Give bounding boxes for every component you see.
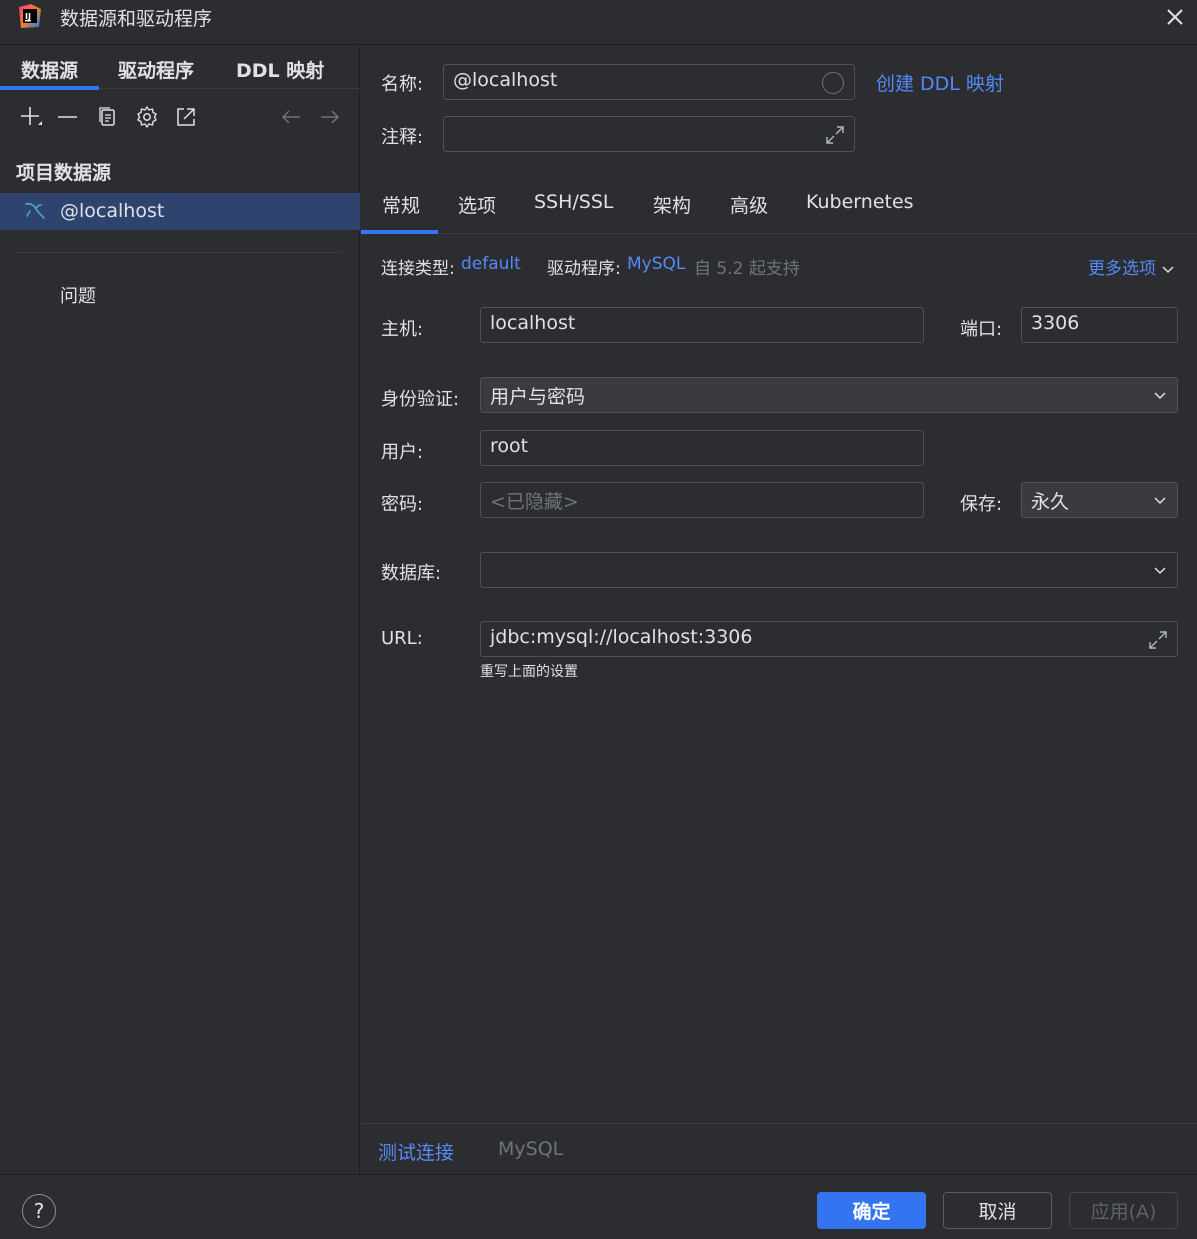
ok-button[interactable]: 确定 bbox=[817, 1192, 926, 1229]
color-circle-icon[interactable] bbox=[822, 72, 844, 94]
expand-icon[interactable] bbox=[1147, 629, 1169, 651]
close-button[interactable] bbox=[1158, 0, 1192, 34]
tab-data-sources[interactable]: 数据源 bbox=[21, 56, 78, 83]
host-input[interactable]: localhost bbox=[480, 307, 924, 343]
tab-kubernetes[interactable]: Kubernetes bbox=[806, 191, 914, 213]
tab-ddl-mappings[interactable]: DDL 映射 bbox=[236, 56, 324, 83]
tab-advanced[interactable]: 高级 bbox=[730, 191, 768, 218]
port-input[interactable]: 3306 bbox=[1021, 307, 1178, 343]
host-label: 主机: bbox=[381, 319, 424, 340]
user-label: 用户: bbox=[381, 442, 424, 463]
connection-type-label: 连接类型: bbox=[381, 259, 455, 279]
active-tab-indicator bbox=[361, 230, 438, 234]
apply-button[interactable]: 应用(A) bbox=[1069, 1192, 1178, 1229]
chevron-down-icon bbox=[1162, 266, 1174, 274]
name-value: @localhost bbox=[453, 69, 558, 91]
password-input[interactable]: <已隐藏> bbox=[480, 482, 924, 518]
chevron-down-icon bbox=[1154, 497, 1166, 505]
driver-link[interactable]: MySQL bbox=[627, 254, 685, 274]
name-label: 名称: bbox=[381, 74, 424, 95]
right-panel: 名称: @localhost 创建 DDL 映射 注释: 常规 选项 SSH/S… bbox=[361, 46, 1197, 1174]
url-note: 重写上面的设置 bbox=[480, 664, 578, 680]
port-label: 端口: bbox=[960, 319, 1003, 340]
remove-icon[interactable] bbox=[55, 104, 81, 130]
tab-schemas[interactable]: 架构 bbox=[653, 191, 691, 218]
tab-drivers[interactable]: 驱动程序 bbox=[118, 56, 194, 83]
back-arrow-icon[interactable] bbox=[278, 104, 304, 130]
tab-options[interactable]: 选项 bbox=[458, 191, 496, 218]
datasource-label: @localhost bbox=[60, 200, 165, 222]
forward-arrow-icon[interactable] bbox=[317, 104, 343, 130]
database-select[interactable] bbox=[480, 552, 1178, 588]
help-button[interactable]: ? bbox=[22, 1194, 56, 1228]
auth-select[interactable]: 用户与密码 bbox=[480, 377, 1178, 413]
save-label: 保存: bbox=[960, 494, 1003, 515]
copy-icon[interactable] bbox=[95, 104, 121, 130]
divider bbox=[16, 252, 342, 253]
test-connection-link[interactable]: 测试连接 bbox=[378, 1138, 454, 1165]
left-panel: 数据源 驱动程序 DDL 映射 项目数据源 @localhost 问题 bbox=[0, 46, 360, 1174]
save-select[interactable]: 永久 bbox=[1021, 482, 1178, 518]
connection-type-link[interactable]: default bbox=[461, 254, 521, 274]
title-bar: IJ 数据源和驱动程序 bbox=[0, 0, 1197, 45]
tab-general[interactable]: 常规 bbox=[382, 191, 420, 218]
driver-label: 驱动程序: bbox=[547, 259, 621, 279]
url-label: URL: bbox=[381, 628, 423, 649]
window-title: 数据源和驱动程序 bbox=[60, 8, 213, 30]
auth-label: 身份验证: bbox=[381, 389, 460, 410]
open-external-icon[interactable] bbox=[173, 104, 199, 130]
cancel-button[interactable]: 取消 bbox=[943, 1192, 1052, 1229]
auth-value: 用户与密码 bbox=[490, 386, 586, 408]
section-title: 项目数据源 bbox=[16, 162, 112, 184]
svg-text:IJ: IJ bbox=[25, 12, 31, 21]
close-icon bbox=[1167, 9, 1183, 25]
save-value: 永久 bbox=[1031, 491, 1070, 513]
comment-label: 注释: bbox=[381, 127, 424, 148]
driver-name: MySQL bbox=[498, 1138, 564, 1160]
user-input[interactable]: root bbox=[480, 430, 924, 466]
password-label: 密码: bbox=[381, 494, 424, 515]
expand-icon[interactable] bbox=[824, 124, 846, 146]
connection-footer: 测试连接 MySQL bbox=[361, 1123, 1197, 1174]
more-options-label: 更多选项 bbox=[1088, 259, 1156, 279]
more-options-link[interactable]: 更多选项 bbox=[1088, 254, 1175, 279]
dialog-button-bar: ? 确定 取消 应用(A) bbox=[0, 1174, 1197, 1239]
chevron-down-icon bbox=[1154, 567, 1166, 575]
database-label: 数据库: bbox=[381, 563, 442, 584]
url-input[interactable]: jdbc:mysql://localhost:3306 bbox=[480, 621, 1178, 657]
tab-divider bbox=[361, 233, 1197, 234]
chevron-down-icon bbox=[1154, 392, 1166, 400]
name-input[interactable]: @localhost bbox=[443, 64, 855, 100]
url-value: jdbc:mysql://localhost:3306 bbox=[490, 626, 753, 648]
list-item-selected[interactable] bbox=[0, 193, 360, 230]
mysql-icon bbox=[24, 201, 46, 221]
create-ddl-mapping-link[interactable]: 创建 DDL 映射 bbox=[876, 69, 1004, 96]
add-icon[interactable] bbox=[18, 104, 44, 130]
driver-note: 自 5.2 起支持 bbox=[694, 259, 800, 279]
tab-ssh-ssl[interactable]: SSH/SSL bbox=[534, 191, 614, 213]
problems-item[interactable]: 问题 bbox=[60, 282, 96, 308]
settings-icon[interactable] bbox=[134, 104, 160, 130]
app-logo-icon: IJ bbox=[17, 3, 43, 29]
comment-input[interactable] bbox=[443, 116, 855, 152]
active-tab-indicator bbox=[0, 86, 99, 90]
